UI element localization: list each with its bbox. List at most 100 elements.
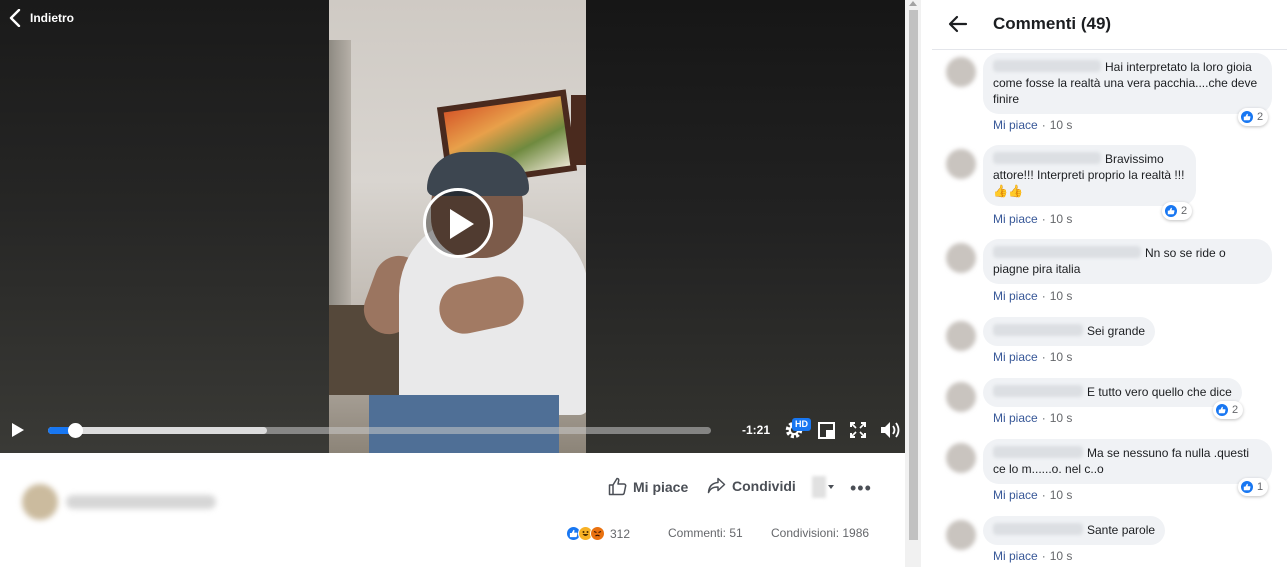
comment-reaction-badge[interactable]: 2: [1238, 108, 1269, 126]
comment-bubble: Ma se nessuno fa nulla .questi ce lo m..…: [983, 439, 1272, 484]
back-button[interactable]: Indietro: [8, 9, 74, 27]
comment-reaction-badge[interactable]: 1: [1238, 478, 1269, 496]
comment-meta: Mi piace · 10 s: [993, 488, 1073, 502]
comment-meta: Mi piace · 10 s: [993, 118, 1073, 132]
fullscreen-button[interactable]: [850, 422, 866, 443]
comment-meta: Mi piace · 10 s: [993, 411, 1073, 425]
comment-author-blurred[interactable]: [993, 324, 1083, 336]
share-label: Condividi: [732, 477, 796, 494]
comments-header: Commenti (49): [932, 0, 1287, 50]
share-audience-selector[interactable]: [812, 476, 834, 498]
more-options-button[interactable]: •••: [850, 478, 872, 499]
comment-like-button[interactable]: Mi piace: [993, 549, 1038, 563]
comment-meta: Mi piace · 10 s: [993, 212, 1073, 226]
comment-meta: Mi piace · 10 s: [993, 289, 1073, 303]
hd-badge: HD: [792, 418, 811, 431]
comment-text: Sei grande: [1087, 324, 1146, 338]
like-reaction-icon: [1215, 403, 1229, 417]
comment-avatar[interactable]: [946, 520, 976, 550]
comment-avatar[interactable]: [946, 321, 976, 351]
comment-like-button[interactable]: Mi piace: [993, 212, 1038, 226]
comment-author-blurred[interactable]: [993, 446, 1083, 458]
chevron-left-icon: [9, 9, 21, 27]
play-small-icon: [12, 423, 24, 437]
comment-like-button[interactable]: Mi piace: [993, 118, 1038, 132]
like-label: Mi piace: [633, 478, 689, 495]
play-overlay-button[interactable]: [423, 188, 493, 258]
comment-reaction-badge[interactable]: 2: [1213, 401, 1244, 419]
comment-avatar[interactable]: [946, 382, 976, 412]
comment-avatar[interactable]: [946, 243, 976, 273]
video-player[interactable]: Indietro -1:21 HD: [0, 0, 905, 453]
scrollbar[interactable]: [905, 0, 921, 567]
comment-bubble: E tutto vero quello che dice: [983, 378, 1242, 407]
comment-time[interactable]: 10 s: [1050, 488, 1073, 502]
scroll-up-arrow-icon[interactable]: [909, 1, 917, 6]
caret-down-icon: [828, 485, 834, 489]
reactions-count: 312: [610, 526, 631, 541]
comment-reaction-count: 2: [1257, 111, 1264, 123]
comment-bubble: Bravissimo attore!!! Interpreti proprio …: [983, 145, 1196, 206]
reactions-summary[interactable]: 312: [566, 526, 630, 541]
pip-button[interactable]: [818, 422, 835, 444]
comment-bubble: Nn so se ride o piagne pira italia: [983, 239, 1272, 284]
play-button[interactable]: [11, 422, 25, 443]
comment-avatar[interactable]: [946, 149, 976, 179]
comment-bubble: Sei grande: [983, 317, 1156, 346]
shares-count-link[interactable]: Condivisioni: 1986: [771, 526, 869, 540]
comment-reaction-badge[interactable]: 2: [1162, 202, 1193, 220]
audience-avatar-blurred: [812, 476, 826, 498]
video-blur-right: [586, 0, 905, 453]
comment-meta: Mi piace · 10 s: [993, 350, 1073, 364]
page: Indietro -1:21 HD Mi piace Condividi •••…: [0, 0, 1287, 567]
comment-bubble: Hai interpretato la loro gioia come foss…: [983, 53, 1272, 114]
comment-author-blurred[interactable]: [993, 385, 1083, 397]
pip-icon: [818, 422, 835, 439]
comment-text: Sante parole: [1087, 523, 1156, 537]
comments-back-button[interactable]: [948, 14, 968, 39]
comment-like-button[interactable]: Mi piace: [993, 488, 1038, 502]
comment-author-blurred[interactable]: [993, 246, 1141, 258]
author-name-blurred[interactable]: [66, 495, 216, 509]
post-author[interactable]: [22, 484, 216, 520]
comments-count-link[interactable]: Commenti: 51: [668, 526, 743, 540]
scrollbar-thumb[interactable]: [909, 10, 918, 540]
comment-meta: Mi piace · 10 s: [993, 549, 1073, 563]
angry-reaction-icon: [590, 526, 605, 541]
comment-avatar[interactable]: [946, 443, 976, 473]
comment-time[interactable]: 10 s: [1050, 549, 1073, 563]
volume-button[interactable]: [880, 420, 902, 445]
video-controls: -1:21 HD: [0, 410, 905, 453]
like-button[interactable]: Mi piace: [608, 477, 688, 496]
comment-like-button[interactable]: Mi piace: [993, 289, 1038, 303]
progress-bar[interactable]: [48, 423, 711, 438]
comment-reaction-count: 1: [1257, 481, 1264, 493]
progress-handle[interactable]: [67, 423, 83, 438]
comment-like-button[interactable]: Mi piace: [993, 350, 1038, 364]
share-arrow-icon: [707, 477, 726, 494]
comment-like-button[interactable]: Mi piace: [993, 411, 1038, 425]
time-remaining: -1:21: [742, 423, 771, 437]
comment-time[interactable]: 10 s: [1050, 118, 1073, 132]
play-icon: [450, 209, 474, 239]
comment-time[interactable]: 10 s: [1050, 411, 1073, 425]
video-scene-painting-small: [571, 95, 586, 165]
comment-time[interactable]: 10 s: [1050, 289, 1073, 303]
comment-reaction-count: 2: [1232, 404, 1239, 416]
back-label: Indietro: [30, 11, 74, 25]
like-reaction-icon: [1240, 110, 1254, 124]
comment-reaction-count: 2: [1181, 205, 1188, 217]
comment-author-blurred[interactable]: [993, 523, 1083, 535]
video-blur-left: [0, 0, 329, 453]
like-reaction-icon: [1240, 480, 1254, 494]
comment-avatar[interactable]: [946, 57, 976, 87]
comments-panel: Commenti (49) Hai interpretato la loro g…: [932, 0, 1287, 567]
author-avatar[interactable]: [22, 484, 58, 520]
comment-text: E tutto vero quello che dice: [1087, 385, 1232, 399]
comment-author-blurred[interactable]: [993, 60, 1101, 72]
comment-author-blurred[interactable]: [993, 152, 1101, 164]
comment-time[interactable]: 10 s: [1050, 350, 1073, 364]
share-button[interactable]: Condividi: [707, 477, 796, 494]
comment-time[interactable]: 10 s: [1050, 212, 1073, 226]
comments-title: Commenti (49): [993, 14, 1112, 33]
